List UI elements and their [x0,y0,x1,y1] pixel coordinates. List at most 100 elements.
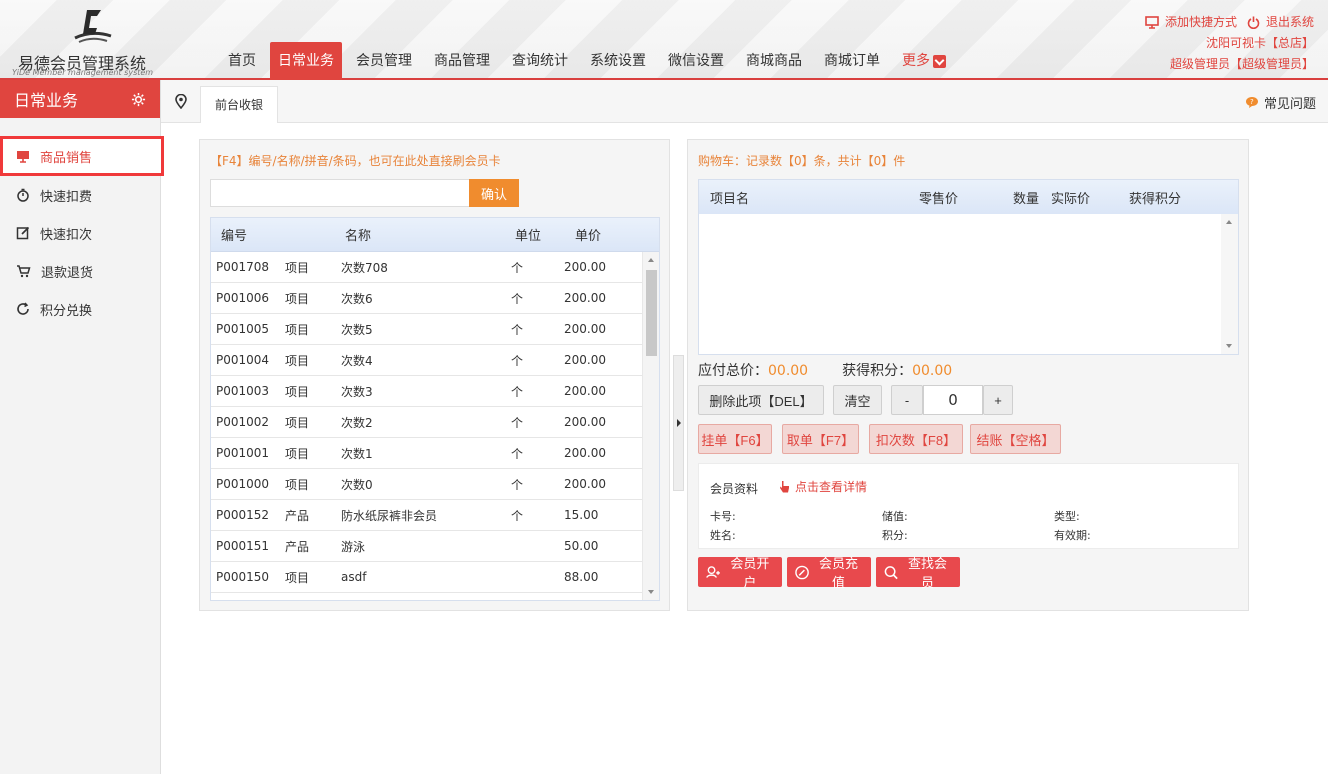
scrollbar-thumb[interactable] [646,270,657,356]
table-row[interactable]: P001001 项目 次数1 个 200.00 [211,438,643,469]
table-row[interactable]: P001000 项目 次数0 个 200.00 [211,469,643,500]
edit-icon [16,226,30,240]
scroll-up-arrow-icon[interactable] [1226,220,1232,224]
panel-collapse-handle[interactable] [673,355,684,491]
nav-item-query-stats[interactable]: 查询统计 [504,42,576,80]
search-icon [884,565,898,579]
cell-unit: 个 [511,322,524,337]
nav-item-wechat-settings[interactable]: 微信设置 [660,42,732,80]
retrieve-order-button[interactable]: 取单【F7】 [782,424,859,454]
table-row[interactable]: P000151 产品 游泳 50.00 [211,531,643,562]
cell-code: P001001 [216,446,270,460]
cell-type: 项目 [285,477,310,492]
product-table-scrollbar[interactable] [642,252,659,600]
sidebar-item-quick-deduct[interactable]: 快速扣次 [0,214,160,252]
faq-link[interactable]: ? 常见问题 [1245,93,1316,112]
tab-front-desk-cashier[interactable]: 前台收银 [200,86,279,123]
cell-unit: 个 [511,260,524,275]
cell-type: 项目 [285,291,310,306]
cell-unit: 个 [511,353,524,368]
cart-summary: 购物车：记录数【0】条，共计【0】件 [698,154,906,168]
stopwatch-icon [17,188,29,202]
confirm-button[interactable]: 确认 [469,179,519,207]
faq-label: 常见问题 [1263,97,1316,112]
chevron-down-icon [933,54,946,68]
col-header-name[interactable]: 名称 [345,225,515,244]
cell-code: P000152 [216,508,270,522]
nav-item-system-settings[interactable]: 系统设置 [582,42,654,80]
nav-item-member-mgmt[interactable]: 会员管理 [348,42,420,80]
app-subtitle: YiDe Member management system [12,68,154,77]
member-info-box: 会员资料 点击查看详情 卡号: 储值: 类型: 姓名: 积分: 有效期: [698,463,1239,549]
cart-scrollbar[interactable] [1221,214,1238,354]
logout-link[interactable]: 退出系统 [1247,12,1314,33]
cell-type: 项目 [285,260,310,275]
col-header-unit[interactable]: 单位 [515,225,575,244]
hold-order-button[interactable]: 挂单【F6】 [698,424,772,454]
nav-item-product-mgmt[interactable]: 商品管理 [426,42,498,80]
open-account-button[interactable]: 会员开户 [698,556,782,590]
clear-cart-button[interactable]: 清空 [833,385,882,415]
qty-minus-button[interactable]: - [891,385,923,415]
cell-code: P000150 [216,570,270,584]
cell-name: 次数708 [341,260,388,275]
sidebar-item-refund[interactable]: 退款退货 [0,252,160,290]
cell-unit: 个 [511,384,524,399]
table-row[interactable]: P001006 项目 次数6 个 200.00 [211,283,643,314]
cart-totals: 应付总价：00.00 获得积分：00.00 [698,360,952,380]
delete-item-button[interactable]: 删除此项【DEL】 [698,385,824,415]
table-row[interactable]: P001003 项目 次数3 个 200.00 [211,376,643,407]
recharge-button[interactable]: 会员充值 [787,556,871,590]
power-icon [1247,16,1260,29]
cell-type: 项目 [285,322,310,337]
sidebar-item-label: 商品销售 [40,150,93,166]
col-header-actual-price: 实际价 [1051,191,1091,207]
sidebar-item-quick-charge[interactable]: 快速扣费 [0,176,160,214]
cell-type: 项目 [285,384,310,399]
nav-item-more[interactable]: 更多 [894,42,954,80]
cell-unit: 个 [511,446,524,461]
scroll-down-arrow-icon[interactable] [648,590,654,594]
add-shortcut-label: 添加快捷方式 [1164,15,1237,29]
qty-plus-button[interactable]: + [983,385,1013,415]
quantity-field[interactable]: 0 [923,385,983,415]
table-row[interactable]: P001708 项目 次数708 个 200.00 [211,252,643,283]
table-row[interactable]: P000150 项目 asdf 88.00 [211,562,643,593]
deduct-times-button[interactable]: 扣次数【F8】 [869,424,963,454]
scroll-up-arrow-icon[interactable] [648,258,654,262]
monitor-icon [1145,16,1159,29]
table-row[interactable]: P001005 项目 次数5 个 200.00 [211,314,643,345]
nav-item-daily-business[interactable]: 日常业务 [270,42,342,80]
table-row[interactable]: P001002 项目 次数2 个 200.00 [211,407,643,438]
search-hint: 【F4】编号/名称/拼音/条码，也可在此处直接刷会员卡 [210,154,501,168]
product-search-input[interactable] [210,179,470,207]
sidebar-title: 日常业务 [14,91,79,110]
cell-code: P001004 [216,353,270,367]
nav-item-mall-orders[interactable]: 商城订单 [816,42,888,80]
cell-type: 项目 [285,570,310,585]
gear-icon[interactable] [131,92,146,107]
nav-item-home[interactable]: 首页 [220,42,264,80]
cell-unit: 个 [511,291,524,306]
cell-price: 200.00 [564,384,606,398]
col-header-code[interactable]: 编号 [211,225,345,244]
monitor-icon [17,150,29,163]
sidebar-item-label: 快速扣费 [40,189,93,205]
member-detail-link[interactable]: 点击查看详情 [779,478,867,495]
expiry-label: 有效期: [1054,529,1091,542]
cell-name: 次数3 [341,384,373,399]
cell-code: P001002 [216,415,270,429]
cell-price: 15.00 [564,508,599,522]
checkout-button[interactable]: 结账【空格】 [970,424,1061,454]
table-row[interactable]: P000152 产品 防水纸尿裤非会员 个 15.00 [211,500,643,531]
faq-icon: ? [1245,97,1258,108]
col-header-price[interactable]: 单价 [575,225,645,244]
table-row[interactable]: P001004 项目 次数4 个 200.00 [211,345,643,376]
sidebar-item-points-exchange[interactable]: 积分兑换 [0,290,160,328]
nav-item-mall-products[interactable]: 商城商品 [738,42,810,80]
sidebar-item-product-sales[interactable]: 商品销售 [0,136,164,176]
find-member-button[interactable]: 查找会员 [876,556,960,590]
add-shortcut-link[interactable]: 添加快捷方式 [1145,12,1237,33]
scroll-down-arrow-icon[interactable] [1226,344,1232,348]
product-table-header: 编号 名称 单位 单价 [211,218,659,252]
